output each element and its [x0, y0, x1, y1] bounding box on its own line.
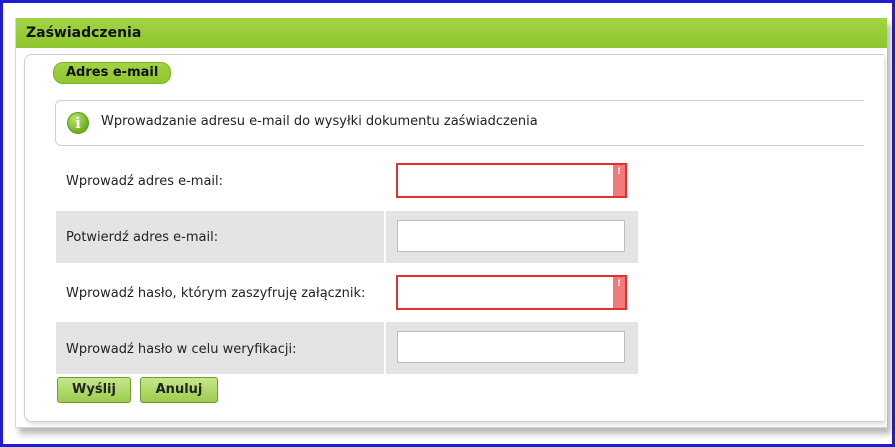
error-indicator-icon: !	[613, 277, 625, 308]
fieldset-legend: Adres e-mail	[53, 62, 172, 84]
verify-password-label: Wprowadź hasło w celu weryfikacji:	[66, 342, 297, 357]
panel-title: Zaświadczenia	[16, 18, 887, 48]
send-button[interactable]: Wyślij	[57, 377, 131, 403]
error-indicator-icon: !	[613, 165, 625, 196]
info-text: Wprowadzanie adresu e-mail do wysyłki do…	[101, 114, 538, 129]
verify-password-field[interactable]	[397, 331, 625, 363]
confirm-email-field[interactable]	[397, 220, 625, 252]
cancel-button[interactable]: Anuluj	[140, 377, 218, 403]
password-field[interactable]: !	[396, 275, 627, 310]
confirm-email-label: Potwierdź adres e-mail:	[66, 230, 219, 245]
email-field[interactable]: !	[396, 163, 627, 198]
info-icon: i	[67, 112, 89, 134]
email-label: Wprowadź adres e-mail:	[66, 174, 224, 189]
password-label: Wprowadź hasło, którym zaszyfruję załącz…	[66, 286, 366, 301]
